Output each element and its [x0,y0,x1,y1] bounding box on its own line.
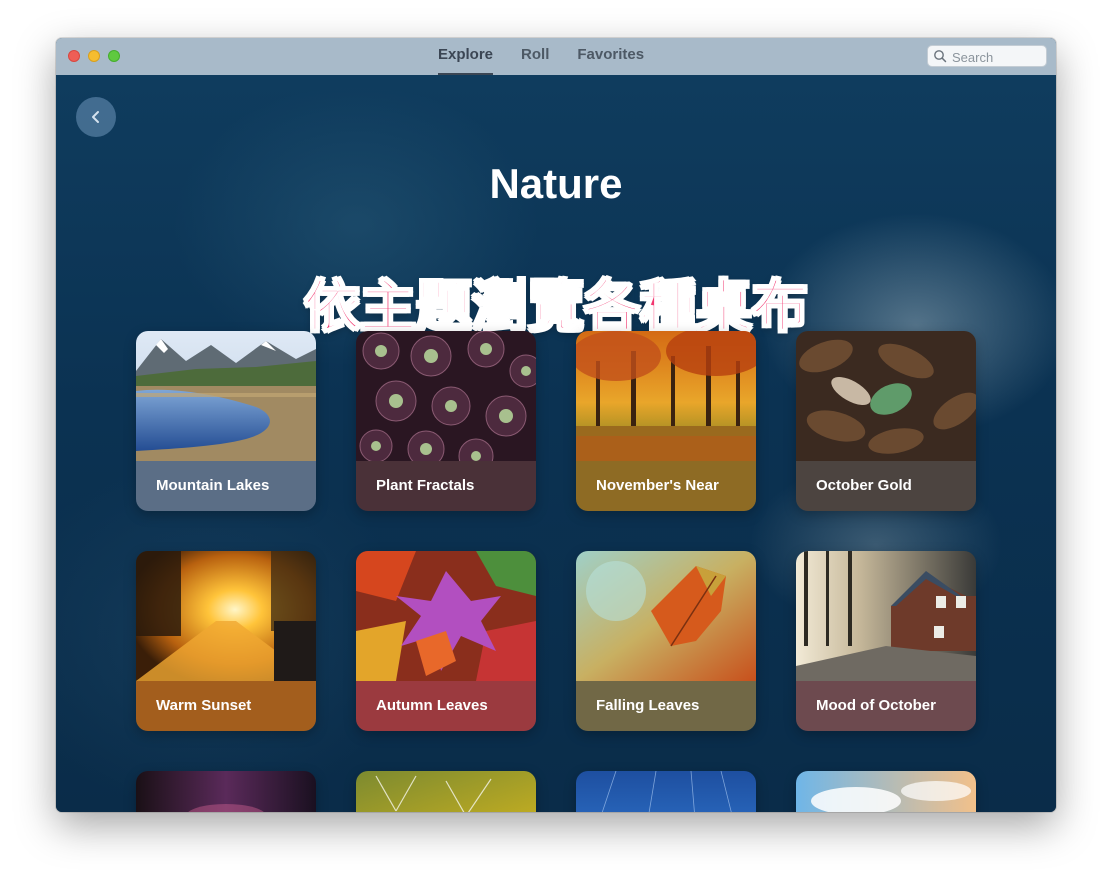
card-caption: Falling Leaves [576,681,756,731]
autumn-leaves-thumbnail [356,551,536,681]
mood-of-october-thumbnail [796,551,976,681]
dandelion-thumbnail [356,771,536,812]
wallpaper-card-partial-2[interactable] [356,771,536,812]
search-icon [934,50,947,63]
wallpaper-card-partial-4[interactable] [796,771,976,812]
wallpaper-card-partial-3[interactable] [576,771,756,812]
october-gold-thumbnail [796,331,976,461]
tab-roll[interactable]: Roll [521,38,549,73]
chevron-left-icon [92,111,99,123]
card-caption: Mountain Lakes [136,461,316,511]
star-trails-thumbnail [576,771,756,812]
page-title: Nature [489,160,623,207]
card-caption: Warm Sunset [136,681,316,731]
tab-favorites[interactable]: Favorites [577,38,644,73]
wallpaper-card-october-gold[interactable]: October Gold [796,331,976,511]
search-input[interactable] [950,47,1044,67]
wallpaper-card-mood-of-october[interactable]: Mood of October [796,551,976,731]
minimize-window-button[interactable] [88,50,100,62]
starry-sky-thumbnail [136,771,316,812]
back-button[interactable] [76,97,116,137]
explore-content: Nature 依主題瀏覽各種桌布 Mountain Lakes Plant Fr… [56,75,1056,812]
warm-sunset-thumbnail [136,551,316,681]
falling-leaves-thumbnail [576,551,756,681]
card-caption: Autumn Leaves [356,681,536,731]
mountain-lakes-thumbnail [136,331,316,461]
card-caption: November's Near [576,461,756,511]
card-caption: Plant Fractals [356,461,536,511]
wallpaper-card-warm-sunset[interactable]: Warm Sunset [136,551,316,731]
wallpaper-card-autumn-leaves[interactable]: Autumn Leaves [356,551,536,731]
card-caption: Mood of October [796,681,976,731]
wallpaper-card-plant-fractals[interactable]: Plant Fractals [356,331,536,511]
novembers-near-thumbnail [576,331,756,461]
wallpaper-card-falling-leaves[interactable]: Falling Leaves [576,551,756,731]
tab-explore[interactable]: Explore [438,38,494,75]
cloudy-sky-thumbnail [796,771,976,812]
title-bar: Explore Roll Favorites [56,38,1056,76]
tab-bar: Explore Roll Favorites [438,38,672,75]
zoom-window-button[interactable] [108,50,120,62]
search-field[interactable] [927,45,1047,67]
card-caption: October Gold [796,461,976,511]
wallpaper-card-partial-1[interactable] [136,771,316,812]
wallpaper-card-novembers-near[interactable]: November's Near [576,331,756,511]
wallpaper-card-mountain-lakes[interactable]: Mountain Lakes [136,331,316,511]
plant-fractals-thumbnail [356,331,536,461]
app-window: Explore Roll Favorites Nature 依主題瀏覽各種桌布 [56,38,1056,812]
close-window-button[interactable] [68,50,80,62]
